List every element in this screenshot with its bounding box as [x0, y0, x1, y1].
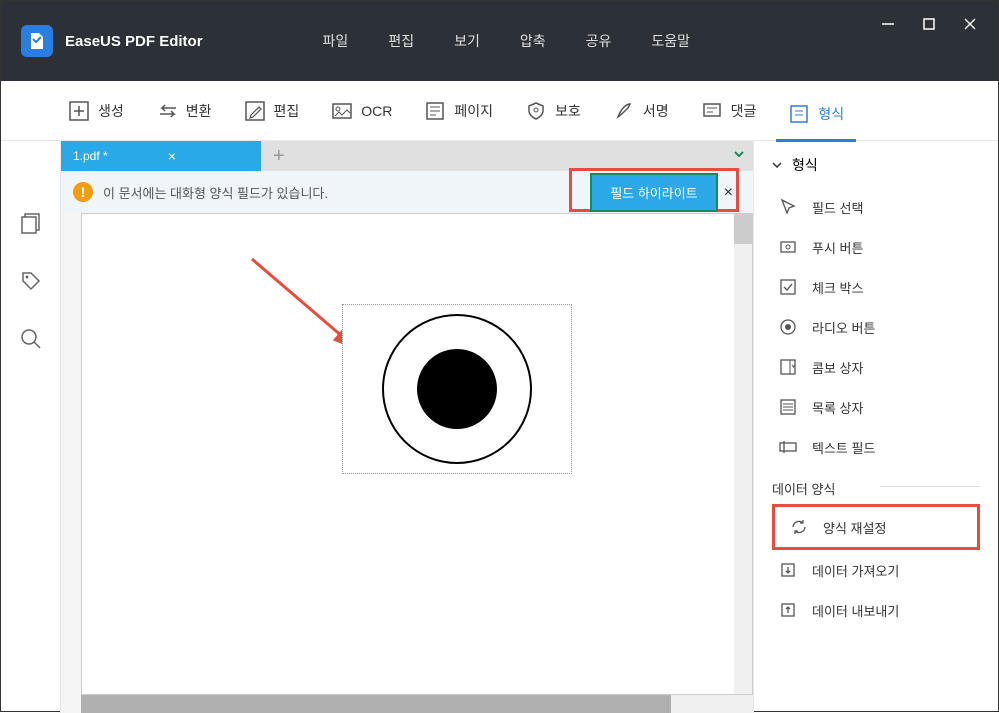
- scrollbar-thumb[interactable]: [81, 695, 671, 713]
- tool-create[interactable]: 생성: [56, 94, 136, 128]
- comment-icon: [701, 100, 723, 122]
- warning-icon: !: [73, 182, 93, 202]
- pen-icon: [613, 100, 635, 122]
- form-panel: 형식 필드 선택 푸시 버튼 체크 박스 라디오 버튼 콤보 상자 목록 상자 …: [753, 141, 998, 713]
- import-icon: [778, 560, 798, 580]
- page-icon: [424, 100, 446, 122]
- convert-icon: [156, 100, 178, 122]
- menu-compress[interactable]: 압축: [520, 31, 546, 51]
- document-area: 1.pdf * × + ! 이 문서에는 대화형 양식 필드가 있습니다. 필드…: [61, 141, 753, 713]
- logo-icon: [21, 25, 53, 57]
- app-logo: EaseUS PDF Editor: [21, 25, 203, 57]
- textfield-icon: [778, 437, 798, 457]
- radio-button-tool[interactable]: 라디오 버튼: [764, 307, 988, 347]
- push-button-tool[interactable]: 푸시 버튼: [764, 227, 988, 267]
- minimize-icon[interactable]: [880, 16, 896, 32]
- menu-view[interactable]: 보기: [454, 31, 480, 51]
- window-controls: [880, 16, 978, 32]
- info-close-icon[interactable]: ×: [724, 184, 733, 202]
- button-icon: [778, 237, 798, 257]
- tab-close-icon[interactable]: ×: [168, 148, 176, 164]
- app-title: EaseUS PDF Editor: [65, 33, 203, 50]
- menu-help[interactable]: 도움말: [651, 31, 690, 51]
- data-form-section: 데이터 양식: [754, 467, 998, 504]
- maximize-icon[interactable]: [921, 16, 937, 32]
- radio-inner-dot: [417, 349, 497, 429]
- document-tab[interactable]: 1.pdf * ×: [61, 141, 261, 171]
- radio-outer-circle: [382, 314, 532, 464]
- export-icon: [778, 600, 798, 620]
- document-canvas[interactable]: [81, 213, 753, 695]
- close-icon[interactable]: [962, 16, 978, 32]
- field-select[interactable]: 필드 선택: [764, 187, 988, 227]
- combo-box-tool[interactable]: 콤보 상자: [764, 347, 988, 387]
- chevron-down-icon: [772, 160, 782, 170]
- export-data[interactable]: 데이터 내보내기: [764, 590, 988, 630]
- tool-comment[interactable]: 댓글: [689, 94, 769, 128]
- tool-sign[interactable]: 서명: [601, 94, 681, 128]
- tool-page[interactable]: 페이지: [412, 94, 505, 128]
- text-field-tool[interactable]: 텍스트 필드: [764, 427, 988, 467]
- search-icon[interactable]: [17, 325, 45, 353]
- reset-form[interactable]: 양식 재설정: [775, 507, 977, 547]
- plus-icon: [68, 100, 90, 122]
- tool-protect[interactable]: 보호: [513, 94, 593, 128]
- list-icon: [778, 397, 798, 417]
- tool-form[interactable]: 형식: [776, 97, 856, 142]
- scrollbar-thumb[interactable]: [734, 214, 752, 244]
- pencil-icon: [244, 100, 266, 122]
- import-data[interactable]: 데이터 가져오기: [764, 550, 988, 590]
- tab-label: 1.pdf *: [73, 149, 108, 163]
- left-sidebar: [1, 141, 61, 713]
- tag-icon[interactable]: [17, 267, 45, 295]
- checkbox-icon: [778, 277, 798, 297]
- radio-button-field[interactable]: [342, 304, 572, 474]
- list-box-tool[interactable]: 목록 상자: [764, 387, 988, 427]
- add-tab-icon[interactable]: +: [273, 145, 285, 168]
- panel-header[interactable]: 형식: [754, 151, 998, 187]
- info-bar: ! 이 문서에는 대화형 양식 필드가 있습니다. 필드 하이라이트 ×: [61, 171, 753, 213]
- menu-bar: 파일 편집 보기 압축 공유 도움말: [323, 31, 690, 51]
- menu-file[interactable]: 파일: [323, 31, 349, 51]
- tool-edit[interactable]: 편집: [232, 94, 312, 128]
- vertical-scrollbar[interactable]: [734, 214, 752, 694]
- info-text: 이 문서에는 대화형 양식 필드가 있습니다.: [103, 183, 328, 202]
- checkbox-tool[interactable]: 체크 박스: [764, 267, 988, 307]
- tool-ocr[interactable]: OCR: [319, 94, 404, 128]
- form-icon: [788, 103, 810, 125]
- tab-dropdown-icon[interactable]: [733, 147, 745, 165]
- toolbar: 생성 변환 편집 OCR 페이지 보호 서명 댓글 형식: [1, 81, 998, 141]
- title-bar: EaseUS PDF Editor 파일 편집 보기 압축 공유 도움말: [1, 1, 998, 81]
- tab-bar: 1.pdf * × +: [61, 141, 753, 171]
- radio-icon: [778, 317, 798, 337]
- ocr-icon: [331, 100, 353, 122]
- pages-icon[interactable]: [17, 209, 45, 237]
- combo-icon: [778, 357, 798, 377]
- tool-convert[interactable]: 변환: [144, 94, 224, 128]
- horizontal-scrollbar[interactable]: [81, 695, 753, 713]
- refresh-icon: [789, 517, 809, 537]
- menu-share[interactable]: 공유: [586, 31, 612, 51]
- cursor-icon: [778, 197, 798, 217]
- highlight-fields-button[interactable]: 필드 하이라이트: [590, 173, 717, 212]
- shield-icon: [525, 100, 547, 122]
- menu-edit[interactable]: 편집: [388, 31, 414, 51]
